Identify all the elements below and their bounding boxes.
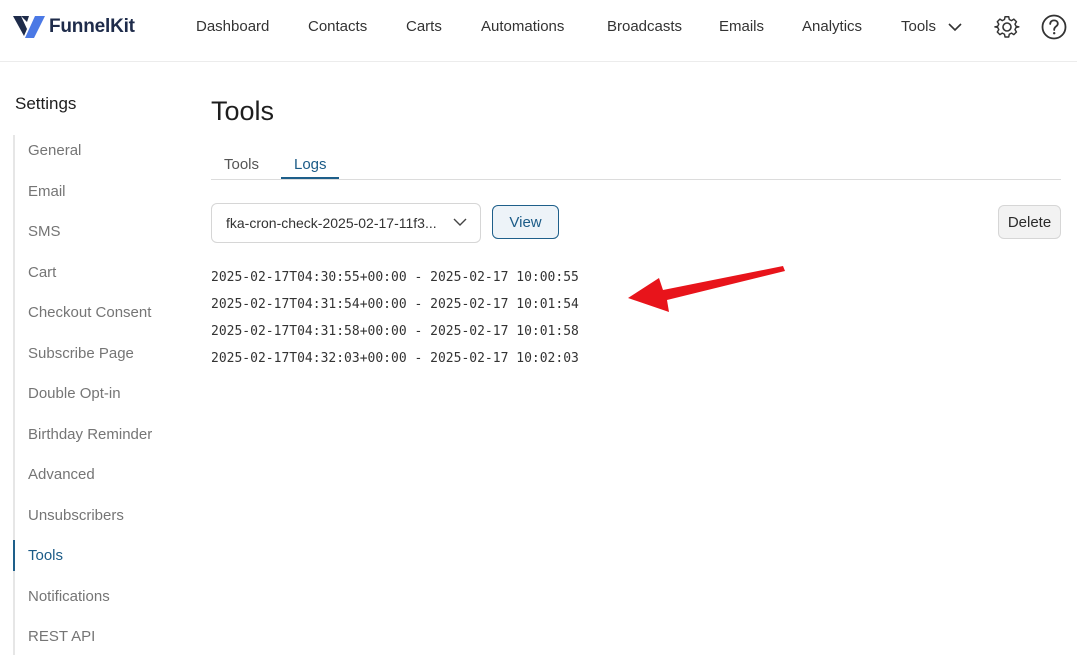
delete-button[interactable]: Delete [998, 205, 1061, 239]
sidebar-item-checkout-consent[interactable]: Checkout Consent [28, 304, 151, 321]
nav-broadcasts[interactable]: Broadcasts [607, 18, 682, 35]
sidebar-item-email[interactable]: Email [28, 183, 66, 200]
nav-carts[interactable]: Carts [406, 18, 442, 35]
nav-automations[interactable]: Automations [481, 18, 564, 35]
sidebar-item-rest-api[interactable]: REST API [28, 628, 95, 645]
log-line: 2025-02-17T04:30:55+00:00 - 2025-02-17 1… [211, 270, 579, 285]
sidebar-item-advanced[interactable]: Advanced [28, 466, 95, 483]
sidebar-item-cart[interactable]: Cart [28, 264, 56, 281]
brand-name: FunnelKit [49, 16, 135, 37]
nav-tools-dropdown[interactable]: Tools [901, 18, 962, 35]
sidebar-item-unsubscribers[interactable]: Unsubscribers [28, 507, 124, 524]
page-title: Tools [211, 96, 275, 126]
sidebar-divider [13, 135, 15, 655]
top-navigation-bar: FunnelKit Dashboard Contacts Carts Autom… [0, 0, 1077, 62]
chevron-down-icon [453, 218, 467, 226]
sidebar-item-double-opt-in[interactable]: Double Opt-in [28, 385, 121, 402]
settings-title: Settings [15, 94, 77, 113]
red-arrow-annotation [628, 266, 785, 312]
log-line: 2025-02-17T04:31:54+00:00 - 2025-02-17 1… [211, 297, 579, 312]
log-file-select-value: fka-cron-check-2025-02-17-11f3... [226, 215, 437, 231]
sidebar-item-tools[interactable]: Tools [28, 547, 63, 564]
sidebar-item-birthday-reminder[interactable]: Birthday Reminder [28, 426, 152, 443]
tab-tools[interactable]: Tools [224, 156, 259, 173]
sidebar-item-sms[interactable]: SMS [28, 223, 61, 240]
nav-tools-label: Tools [901, 18, 937, 35]
log-file-select[interactable]: fka-cron-check-2025-02-17-11f3... [211, 203, 481, 243]
sidebar-item-notifications[interactable]: Notifications [28, 588, 110, 605]
brand-logo[interactable]: FunnelKit [12, 14, 135, 40]
view-button[interactable]: View [492, 205, 559, 239]
log-line: 2025-02-17T04:32:03+00:00 - 2025-02-17 1… [211, 351, 579, 366]
gear-icon[interactable] [994, 14, 1020, 40]
log-line: 2025-02-17T04:31:58+00:00 - 2025-02-17 1… [211, 324, 579, 339]
active-tab-indicator [281, 177, 339, 179]
sidebar-item-general[interactable]: General [28, 142, 81, 159]
nav-dashboard[interactable]: Dashboard [196, 18, 269, 35]
chevron-down-icon [948, 22, 962, 31]
tab-logs[interactable]: Logs [294, 156, 327, 173]
nav-emails[interactable]: Emails [719, 18, 764, 35]
funnelkit-logo-icon [13, 16, 45, 38]
help-icon[interactable] [1041, 14, 1067, 40]
nav-contacts[interactable]: Contacts [308, 18, 367, 35]
nav-analytics[interactable]: Analytics [802, 18, 862, 35]
sidebar-item-subscribe-page[interactable]: Subscribe Page [28, 345, 134, 362]
sidebar-active-indicator [13, 540, 15, 571]
tabs-divider [211, 179, 1061, 180]
